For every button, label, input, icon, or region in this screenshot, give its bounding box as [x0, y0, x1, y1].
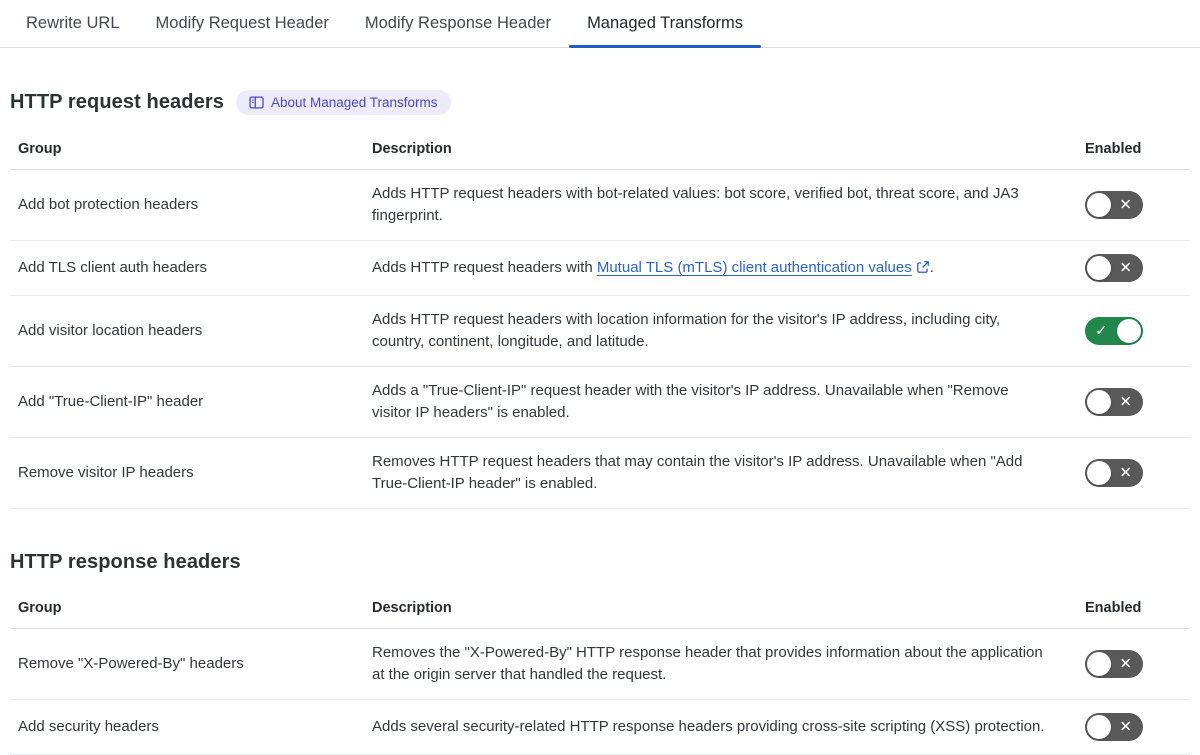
tab-label: Managed Transforms — [587, 14, 743, 32]
table-row: Add security headers Adds several securi… — [10, 700, 1190, 755]
group-cell: Remove "X-Powered-By" headers — [18, 655, 244, 672]
description-cell: Removes HTTP request headers that may co… — [372, 453, 1023, 492]
description-cell: Adds HTTP request headers with location … — [372, 311, 1001, 350]
description-link[interactable]: Mutual TLS (mTLS) client authentication … — [597, 259, 912, 276]
toggle-state-icon: ✕ — [1119, 718, 1132, 736]
tab-modify-request-header[interactable]: Modify Request Header — [138, 0, 347, 47]
column-header-enabled: Enabled — [1085, 600, 1142, 616]
description-cell: Adds a "True-Client-IP" request header w… — [372, 382, 1009, 421]
tab-managed-transforms[interactable]: Managed Transforms — [569, 0, 761, 48]
request-headers-section: HTTP request headers About Managed Trans… — [10, 90, 1190, 509]
column-header-group: Group — [18, 600, 62, 616]
enabled-toggle[interactable]: ✕ — [1085, 459, 1143, 487]
toggle-state-icon: ✕ — [1119, 655, 1132, 673]
tab-bar: Rewrite URL Modify Request Header Modify… — [0, 0, 1200, 48]
tab-label: Modify Request Header — [155, 14, 329, 32]
column-header-description: Description — [372, 600, 452, 616]
enabled-cell: ✓ — [1075, 304, 1190, 358]
toggle-knob — [1087, 256, 1111, 280]
enabled-toggle[interactable]: ✕ — [1085, 650, 1143, 678]
column-header-description: Description — [372, 141, 452, 157]
enabled-cell: ✕ — [1075, 178, 1190, 232]
table-body: Remove "X-Powered-By" headers Removes th… — [10, 629, 1190, 755]
group-cell: Add security headers — [18, 718, 159, 735]
tab-label: Rewrite URL — [26, 14, 120, 32]
enabled-toggle[interactable]: ✕ — [1085, 388, 1143, 416]
badge-label: About Managed Transforms — [270, 95, 438, 110]
table-row: Remove "X-Powered-By" headers Removes th… — [10, 629, 1190, 700]
group-cell: Add TLS client auth headers — [18, 259, 208, 276]
book-icon — [249, 96, 264, 109]
external-link-icon — [916, 261, 929, 273]
toggle-knob — [1117, 319, 1141, 343]
tab-rewrite-url[interactable]: Rewrite URL — [8, 0, 138, 47]
response-headers-table: Group Description Enabled Remove "X-Powe… — [10, 588, 1190, 755]
enabled-cell: ✕ — [1075, 637, 1190, 691]
toggle-knob — [1087, 193, 1111, 217]
enabled-toggle[interactable]: ✕ — [1085, 713, 1143, 741]
table-row: Add visitor location headers Adds HTTP r… — [10, 296, 1190, 367]
table-body: Add bot protection headers Adds HTTP req… — [10, 170, 1190, 509]
group-cell: Add visitor location headers — [18, 322, 203, 339]
toggle-state-icon: ✕ — [1119, 464, 1132, 482]
toggle-knob — [1087, 390, 1111, 414]
toggle-knob — [1087, 652, 1111, 676]
table-row: Add TLS client auth headers Adds HTTP re… — [10, 241, 1190, 296]
request-headers-table: Group Description Enabled Add bot protec… — [10, 129, 1190, 509]
enabled-cell: ✕ — [1075, 700, 1190, 754]
toggle-knob — [1087, 461, 1111, 485]
column-header-enabled: Enabled — [1085, 141, 1142, 157]
table-header-row: Group Description Enabled — [10, 129, 1190, 170]
enabled-toggle[interactable]: ✕ — [1085, 254, 1143, 282]
toggle-knob — [1087, 715, 1111, 739]
column-header-group: Group — [18, 141, 62, 157]
description-cell: Adds HTTP request headers with Mutual TL… — [372, 259, 934, 276]
table-header-row: Group Description Enabled — [10, 588, 1190, 629]
enabled-cell: ✕ — [1075, 241, 1190, 295]
section-title: HTTP response headers — [10, 551, 241, 573]
enabled-toggle[interactable]: ✕ — [1085, 191, 1143, 219]
toggle-state-icon: ✓ — [1095, 322, 1108, 340]
toggle-state-icon: ✕ — [1119, 259, 1132, 277]
group-cell: Remove visitor IP headers — [18, 464, 194, 481]
group-cell: Add bot protection headers — [18, 196, 199, 213]
enabled-cell: ✕ — [1075, 375, 1190, 429]
table-row: Remove visitor IP headers Removes HTTP r… — [10, 438, 1190, 509]
table-row: Add "True-Client-IP" header Adds a "True… — [10, 367, 1190, 438]
description-cell: Removes the "X-Powered-By" HTTP response… — [372, 644, 1043, 683]
enabled-cell: ✕ — [1075, 446, 1190, 500]
group-cell: Add "True-Client-IP" header — [18, 393, 204, 410]
table-row: Add bot protection headers Adds HTTP req… — [10, 170, 1190, 241]
toggle-state-icon: ✕ — [1119, 196, 1132, 214]
response-headers-section: HTTP response headers Group Description … — [10, 551, 1190, 755]
tab-modify-response-header[interactable]: Modify Response Header — [347, 0, 569, 47]
description-cell: Adds several security-related HTTP respo… — [372, 718, 1045, 735]
description-cell: Adds HTTP request headers with bot-relat… — [372, 185, 1019, 224]
tab-label: Modify Response Header — [364, 14, 552, 32]
about-managed-transforms-badge[interactable]: About Managed Transforms — [235, 90, 451, 115]
toggle-state-icon: ✕ — [1119, 393, 1132, 411]
enabled-toggle[interactable]: ✓ — [1085, 317, 1143, 345]
section-title: HTTP request headers — [10, 91, 224, 113]
